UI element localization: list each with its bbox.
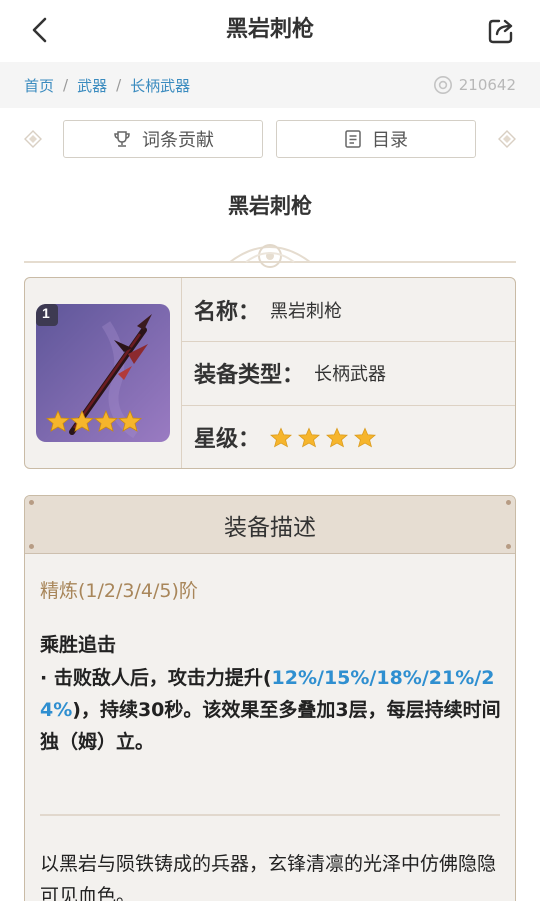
share-button[interactable]: [484, 14, 518, 48]
breadcrumb-polearms[interactable]: 长柄武器: [130, 75, 190, 96]
breadcrumb-bar: 首页 / 武器 / 长柄武器 210642: [0, 62, 540, 108]
breadcrumb: 首页 / 武器 / 长柄武器: [24, 62, 190, 108]
list-icon: [345, 130, 361, 148]
star-icon: [46, 410, 70, 432]
weapon-attributes: 名称： 黑岩刺枪 装备类型： 长柄武器 星级：: [182, 278, 515, 468]
type-label: 装备类型：: [194, 363, 305, 388]
corner-ornament: [29, 500, 34, 505]
section-heading: 黑岩刺枪: [228, 194, 312, 218]
name-row: 名称： 黑岩刺枪: [182, 278, 515, 341]
trophy-icon: [114, 131, 130, 147]
view-count: 210642: [433, 62, 516, 108]
toolbar: 词条贡献 目录: [0, 118, 540, 160]
page-title: 黑岩刺枪: [225, 17, 314, 42]
toc-label: 目录: [372, 130, 408, 151]
rarity-row: 星级：: [182, 405, 515, 468]
star-icon: [326, 426, 349, 447]
star-icon: [298, 426, 321, 447]
corner-ornament: [506, 544, 511, 549]
refinement-label: 精炼(1/2/3/4/5)阶: [40, 580, 198, 602]
name-label: 名称：: [194, 299, 261, 325]
lore-text: 以黑岩与陨铁铸成的兵器，玄锋清凛的光泽中仿佛隐隐可见血色。: [40, 853, 497, 901]
refine-badge: 1: [42, 305, 50, 321]
breadcrumb-weapons[interactable]: 武器: [77, 75, 107, 96]
top-bar: 黑岩刺枪: [0, 0, 540, 60]
corner-ornament: [29, 544, 34, 549]
description-header: 装备描述: [25, 496, 515, 554]
rarity-label: 星级：: [194, 427, 261, 452]
description-card: 装备描述 精炼(1/2/3/4/5)阶 乘胜追击 · 击败敌人后，攻击力提升(1…: [24, 495, 516, 901]
passive-text-prefix: · 击败敌人后，攻击力提升(: [40, 667, 272, 689]
corner-ornament: [506, 500, 511, 505]
breadcrumb-home[interactable]: 首页: [24, 75, 54, 96]
back-button[interactable]: [22, 12, 58, 48]
eye-icon: [433, 76, 452, 94]
weapon-icon-cell: 1: [25, 278, 182, 468]
diamond-ornament-icon: [24, 130, 42, 148]
view-count-value: 210642: [458, 76, 516, 94]
thumbnail-stars: [46, 410, 142, 432]
contribute-button[interactable]: 词条贡献: [63, 120, 263, 158]
star-icon: [94, 410, 118, 432]
passive-name: 乘胜追击: [40, 634, 117, 656]
chevron-left-icon: [32, 17, 47, 43]
passive-description: · 击败敌人后，攻击力提升(12%/15%/18%/21%/24%)，持续30秒…: [40, 662, 502, 758]
breadcrumb-separator: /: [63, 76, 69, 94]
star-icon: [118, 410, 142, 432]
type-value: 长柄武器: [314, 364, 387, 385]
share-icon: [488, 19, 513, 44]
name-value: 黑岩刺枪: [270, 300, 343, 322]
heading-ornament-icon: [24, 244, 516, 268]
breadcrumb-separator: /: [116, 76, 122, 94]
diamond-ornament-icon: [498, 130, 516, 148]
rarity-stars: [270, 426, 382, 448]
contribute-label: 词条贡献: [142, 130, 214, 151]
type-row: 装备类型： 长柄武器: [182, 341, 515, 404]
weapon-info-card: 1 名称： 黑岩刺枪 装备类型： 长柄武器 星级：: [24, 277, 516, 469]
passive-text-suffix: )，持续30秒。该效果至多叠加3层，每层持续时间独（姆）立。: [40, 699, 501, 753]
weapon-thumbnail: 1: [36, 304, 170, 442]
star-icon: [270, 426, 293, 447]
star-icon: [70, 410, 94, 432]
toc-button[interactable]: 目录: [276, 120, 476, 158]
description-title: 装备描述: [224, 514, 316, 541]
star-icon: [354, 426, 377, 447]
section-divider: [40, 814, 500, 816]
